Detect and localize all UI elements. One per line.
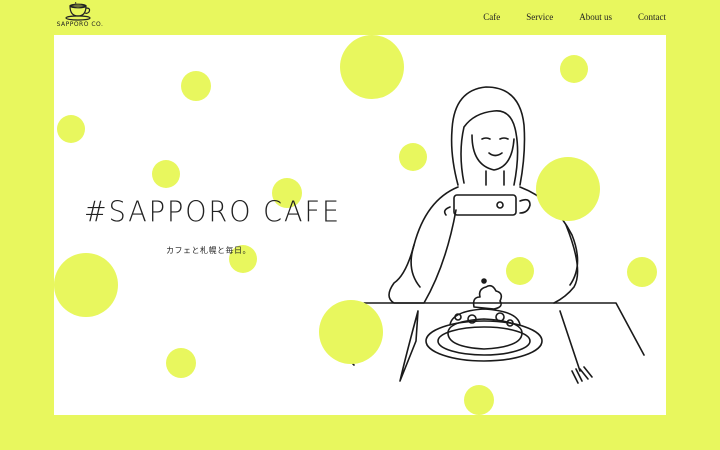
hero-section: #SAPPORO CAFE カフェと札幌と毎日。 xyxy=(54,35,666,415)
logo-text: SAPPORO CO. xyxy=(56,21,104,28)
decor-dot xyxy=(166,348,196,378)
hero-title: #SAPPORO CAFE xyxy=(84,196,342,229)
decor-dot xyxy=(399,143,427,171)
site-header: SAPPORO CO. Cafe Service About us Contac… xyxy=(0,0,720,35)
decor-dot xyxy=(319,300,383,364)
decor-dot xyxy=(54,253,118,317)
logo[interactable]: SAPPORO CO. xyxy=(56,2,104,32)
decor-dot xyxy=(627,257,657,287)
nav-link-about-us[interactable]: About us xyxy=(579,12,612,22)
decor-dot xyxy=(181,71,211,101)
main-nav: Cafe Service About us Contact xyxy=(457,12,666,22)
decor-dot xyxy=(340,35,404,99)
decor-dot xyxy=(560,55,588,83)
hero-subtitle: カフェと札幌と毎日。 xyxy=(166,246,251,255)
nav-link-contact[interactable]: Contact xyxy=(638,12,666,22)
decor-dot xyxy=(152,160,180,188)
nav-link-service[interactable]: Service xyxy=(526,12,553,22)
coffee-cup-icon xyxy=(65,2,91,21)
decor-dot xyxy=(57,115,85,143)
decor-dot xyxy=(536,157,600,221)
decor-dot xyxy=(464,385,494,415)
nav-link-cafe[interactable]: Cafe xyxy=(483,12,500,22)
decor-dot xyxy=(506,257,534,285)
